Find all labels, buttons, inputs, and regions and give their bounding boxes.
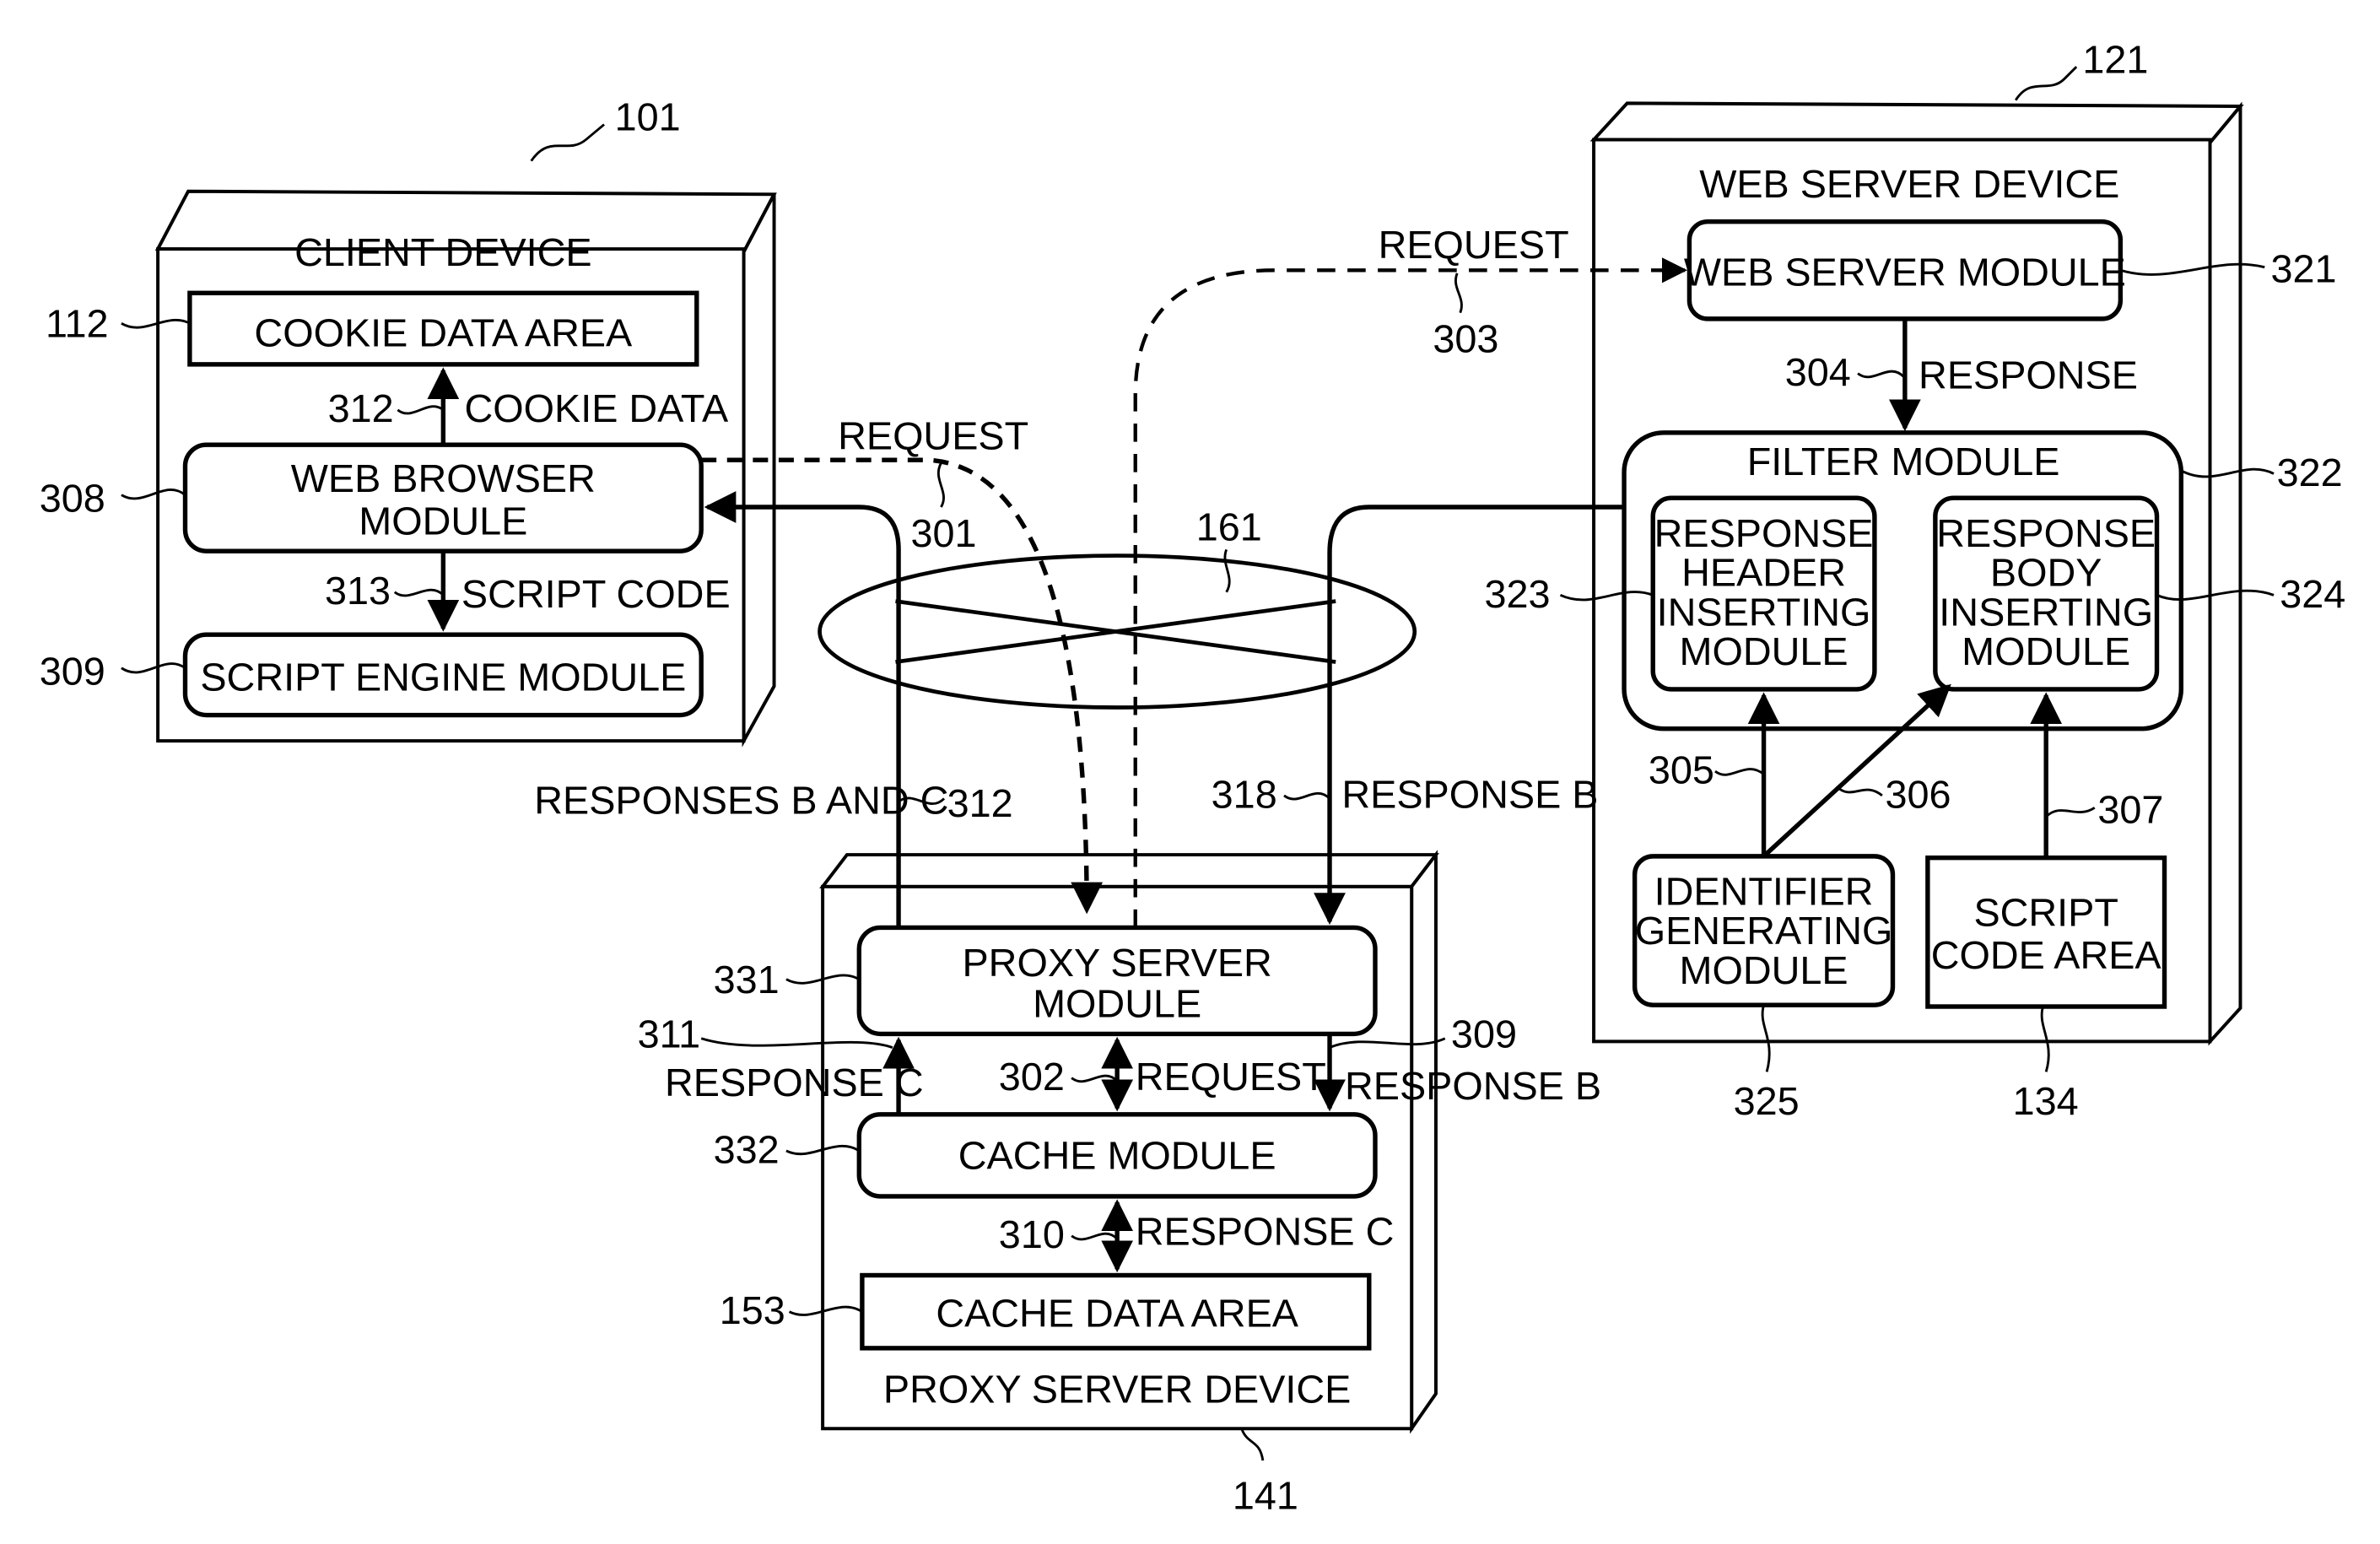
cookie-data-label: COOKIE DATA bbox=[465, 386, 729, 430]
body-module-line3: INSERTING bbox=[1939, 590, 2153, 634]
response-c-311-label: RESPONSE C bbox=[665, 1061, 924, 1104]
response-c-310-label: RESPONSE C bbox=[1136, 1210, 1395, 1254]
ref-309: 309 bbox=[40, 650, 105, 694]
proxy-server-module-line2: MODULE bbox=[1033, 982, 1201, 1026]
script-engine-module: SCRIPT ENGINE MODULE bbox=[182, 632, 704, 718]
response-body-inserting-module: RESPONSE BODY INSERTING MODULE bbox=[1933, 495, 2160, 692]
response-b-309-label: RESPONSE B bbox=[1345, 1064, 1601, 1108]
ref-331: 331 bbox=[714, 958, 780, 1001]
client-device-ref: 101 bbox=[615, 95, 681, 139]
ref-318: 318 bbox=[1212, 772, 1277, 816]
ref-323: 323 bbox=[1485, 572, 1551, 616]
cache-module-label: CACHE MODULE bbox=[958, 1134, 1276, 1178]
ref-311: 311 bbox=[638, 1012, 701, 1056]
filter-module-label: FILTER MODULE bbox=[1747, 440, 2060, 483]
web-browser-module-line2: MODULE bbox=[359, 499, 527, 543]
script-code-label: SCRIPT CODE bbox=[461, 572, 731, 616]
system-diagram: CLIENT DEVICE 101 COOKIE DATA AREA 112 W… bbox=[40, 37, 2346, 1518]
header-module-line4: MODULE bbox=[1680, 629, 1848, 673]
request-303-label: REQUEST bbox=[1379, 223, 1569, 267]
ref-312-cookie: 312 bbox=[328, 386, 394, 430]
ref-301: 301 bbox=[910, 511, 976, 555]
responses-b-and-c-label: RESPONSES B AND C bbox=[534, 778, 948, 822]
web-browser-module: WEB BROWSER MODULE bbox=[182, 442, 704, 553]
response-header-inserting-module: RESPONSE HEADER INSERTING MODULE bbox=[1650, 495, 1877, 692]
web-server-module: WEB SERVER MODULE bbox=[1684, 219, 2126, 321]
request-301-label: REQUEST bbox=[838, 414, 1028, 458]
ref-305: 305 bbox=[1649, 748, 1714, 791]
cookie-data-area: COOKIE DATA AREA bbox=[187, 290, 699, 367]
ref-308: 308 bbox=[40, 476, 105, 520]
ref-310: 310 bbox=[999, 1212, 1065, 1256]
ref-303: 303 bbox=[1433, 316, 1498, 360]
web-server-device-title: WEB SERVER DEVICE bbox=[1699, 162, 2119, 206]
network-ref: 161 bbox=[1196, 505, 1262, 549]
identifier-module-line2: GENERATING bbox=[1635, 909, 1893, 953]
script-code-area-line2: CODE AREA bbox=[1931, 933, 2162, 977]
identifier-module-line1: IDENTIFIER bbox=[1654, 869, 1874, 913]
proxy-server-module-line1: PROXY SERVER bbox=[962, 941, 1271, 985]
body-module-line2: BODY bbox=[1990, 551, 2102, 595]
ref-309-proxy: 309 bbox=[1451, 1012, 1517, 1056]
ref-306: 306 bbox=[1885, 772, 1951, 816]
ref-313: 313 bbox=[325, 569, 391, 613]
web-server-device-ref: 121 bbox=[2082, 37, 2148, 81]
client-device-title: CLIENT DEVICE bbox=[294, 230, 592, 274]
web-server-module-label: WEB SERVER MODULE bbox=[1684, 250, 2126, 294]
ref-332: 332 bbox=[714, 1127, 780, 1171]
proxy-server-device-title: PROXY SERVER DEVICE bbox=[883, 1368, 1351, 1412]
body-module-line4: MODULE bbox=[1962, 629, 2130, 673]
script-code-area-line1: SCRIPT bbox=[1973, 891, 2118, 935]
response-b-318-label: RESPONSE B bbox=[1341, 772, 1598, 816]
ref-153: 153 bbox=[720, 1288, 785, 1332]
ref-302: 302 bbox=[999, 1055, 1065, 1099]
ref-322: 322 bbox=[2277, 451, 2343, 494]
body-module-line1: RESPONSE bbox=[1936, 511, 2156, 555]
script-code-area: SCRIPT CODE AREA bbox=[1925, 855, 2167, 1009]
header-module-line2: HEADER bbox=[1681, 551, 1846, 595]
cache-data-area: CACHE DATA AREA bbox=[860, 1272, 1372, 1351]
header-module-line3: INSERTING bbox=[1657, 590, 1871, 634]
script-engine-module-label: SCRIPT ENGINE MODULE bbox=[200, 656, 686, 699]
ref-304: 304 bbox=[1785, 350, 1851, 394]
cache-module: CACHE MODULE bbox=[856, 1112, 1378, 1199]
ref-112: 112 bbox=[46, 301, 109, 345]
identifier-generating-module: IDENTIFIER GENERATING MODULE bbox=[1632, 854, 1896, 1007]
request-302-label: REQUEST bbox=[1136, 1055, 1326, 1099]
ref-325: 325 bbox=[1734, 1079, 1800, 1123]
identifier-module-line3: MODULE bbox=[1680, 948, 1848, 992]
cache-data-area-label: CACHE DATA AREA bbox=[936, 1292, 1298, 1336]
network-cloud bbox=[818, 553, 1417, 710]
ref-134: 134 bbox=[2013, 1079, 2079, 1123]
web-browser-module-line1: WEB BROWSER bbox=[291, 456, 596, 500]
header-module-line1: RESPONSE bbox=[1654, 511, 1874, 555]
cookie-data-area-label: COOKIE DATA AREA bbox=[254, 310, 633, 354]
proxy-server-module: PROXY SERVER MODULE bbox=[856, 925, 1378, 1037]
ref-312-responses: 312 bbox=[947, 781, 1013, 825]
ref-307: 307 bbox=[2097, 787, 2163, 831]
ref-324: 324 bbox=[2280, 572, 2345, 616]
proxy-server-device-ref: 141 bbox=[1233, 1474, 1298, 1518]
ref-321: 321 bbox=[2270, 247, 2336, 291]
response-304-label: RESPONSE bbox=[1919, 354, 2138, 397]
